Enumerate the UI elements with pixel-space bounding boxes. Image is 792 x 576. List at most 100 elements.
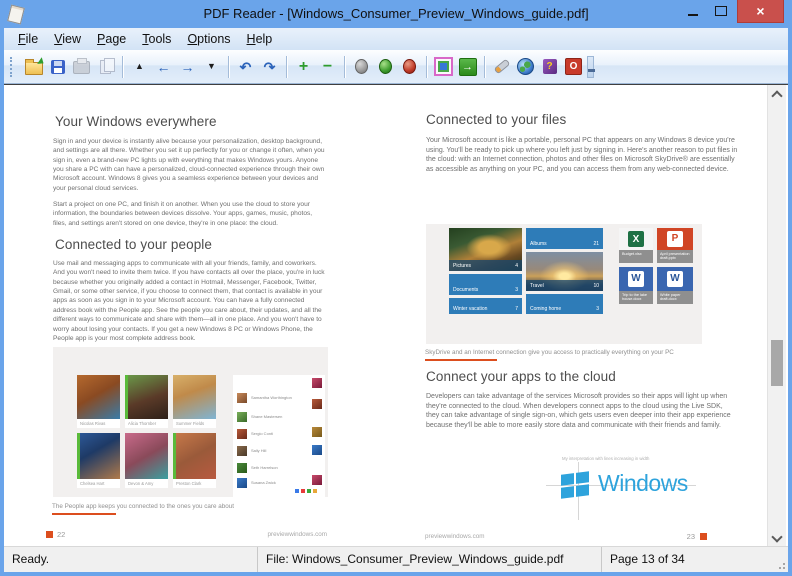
skydrive-tile-winter-vacation: Winter vacation 7 (449, 298, 522, 314)
avatar (237, 412, 247, 422)
go-to-page-button[interactable]: → (457, 55, 478, 79)
red-oval-button[interactable] (399, 55, 420, 79)
page-number: 22 (57, 530, 65, 539)
zoom-out-button[interactable]: − (317, 55, 338, 79)
toolbar-grip[interactable] (10, 57, 16, 77)
save-button[interactable] (47, 55, 68, 79)
footer-site: previewwindows.com (425, 533, 485, 540)
avatar (312, 378, 322, 388)
page-number-square (46, 531, 53, 538)
toolbar-separator (344, 56, 345, 78)
open-button[interactable] (23, 55, 44, 79)
menu-view[interactable]: View (46, 28, 89, 50)
portrait-photo (173, 433, 216, 479)
next-page-button[interactable]: → (177, 55, 198, 79)
zoom-in-button[interactable]: + (293, 55, 314, 79)
resize-grip[interactable] (775, 559, 785, 569)
figure-caption: The People app keeps you connected to th… (52, 503, 234, 510)
undo-icon: ↶ (240, 60, 252, 74)
copy-button[interactable] (95, 55, 116, 79)
caption-underline (52, 513, 116, 515)
close-button[interactable]: × (737, 0, 784, 23)
chevron-down-icon (771, 531, 782, 542)
menu-help[interactable]: Help (239, 28, 281, 50)
file-name: April presentation draft.pptx (657, 250, 693, 263)
save-icon (51, 60, 65, 74)
last-page-button[interactable]: ▼ (201, 55, 222, 79)
file-name: Budget.xlsx (619, 250, 653, 263)
avatar (312, 427, 322, 437)
menu-bar: File View Page Tools Options Help (4, 28, 788, 50)
people-photo-tile: Chelsea Hart (77, 433, 120, 488)
excel-tile-body: X (619, 228, 653, 250)
scrollbar-thumb[interactable] (771, 340, 783, 386)
social-badge-icon (295, 489, 299, 493)
redo-icon: ↷ (264, 60, 276, 74)
window-title: PDF Reader - [Windows_Consumer_Preview_W… (0, 0, 792, 28)
avatar (312, 475, 322, 485)
people-photo-tile: Devon & Amy (125, 433, 168, 488)
skydrive-tile-travel: Travel 10 (526, 252, 603, 291)
green-oval-button[interactable] (375, 55, 396, 79)
undo-button[interactable]: ↶ (235, 55, 256, 79)
person-name: Preston Clark (173, 479, 216, 488)
previous-page-button[interactable]: ← (153, 55, 174, 79)
status-page: Page 13 of 34 (602, 547, 774, 572)
social-badge-icon (307, 489, 311, 493)
menu-options[interactable]: Options (179, 28, 238, 50)
first-page-button[interactable]: ▲ (129, 55, 150, 79)
toolbar-separator (484, 56, 485, 78)
maximize-button[interactable] (708, 0, 734, 22)
section-heading: Connected to your files (426, 112, 566, 127)
word-icon: W (628, 271, 644, 287)
contact-name: Seth Harrelson (251, 465, 278, 470)
help-book-icon: ? (543, 59, 557, 74)
gray-oval-button[interactable] (351, 55, 372, 79)
logo-note: My interpretation with lines increasing … (562, 456, 649, 461)
vertical-scrollbar[interactable] (767, 85, 786, 547)
exit-button[interactable]: O (563, 55, 584, 79)
windows-logo-text: Windows (598, 470, 688, 497)
triangle-up-icon: ▲ (135, 62, 144, 71)
arrow-right-icon: → (181, 60, 195, 74)
toolbar-separator (122, 56, 123, 78)
contact-name: Sergio Conti (251, 431, 273, 436)
paragraph: Your Microsoft account is like a portabl… (426, 136, 742, 175)
contact-row: Sergio Conti (237, 429, 307, 441)
help-book-button[interactable]: ? (539, 55, 560, 79)
menu-file[interactable]: File (10, 28, 46, 50)
contact-row: Samantha Worthington (237, 393, 307, 405)
toolbar-overflow-button[interactable] (587, 56, 594, 78)
settings-button[interactable] (491, 55, 512, 79)
skydrive-tile-documents: Documents 3 (449, 274, 522, 295)
thumbnail-view-button[interactable] (433, 55, 454, 79)
status-file: File: Windows_Consumer_Preview_Windows_g… (258, 547, 602, 572)
people-photo-tile: Preston Clark (173, 433, 216, 488)
minimize-button[interactable] (680, 0, 706, 22)
print-button[interactable] (71, 55, 92, 79)
language-button[interactable] (515, 55, 536, 79)
status-ready: Ready. (4, 547, 258, 572)
tile-label: Travel (530, 283, 544, 289)
tile-label: Documents (453, 287, 478, 293)
menu-tools[interactable]: Tools (134, 28, 179, 50)
minus-icon: − (323, 59, 332, 75)
person-name: Summer Fields (173, 419, 216, 428)
avatar (237, 429, 247, 439)
social-badge-icon (313, 489, 317, 493)
portrait-photo (125, 375, 168, 419)
chevron-up-icon (771, 90, 782, 101)
avatar (237, 393, 247, 403)
wrench-icon (493, 59, 510, 75)
avatar (237, 463, 247, 473)
redo-button[interactable]: ↷ (259, 55, 280, 79)
tile-label: Pictures (453, 263, 471, 269)
scroll-down-button[interactable] (768, 530, 786, 546)
nested-squares-icon (434, 57, 453, 76)
avatar (312, 445, 322, 455)
scroll-up-button[interactable] (768, 86, 786, 102)
skydrive-tile-pictures: Pictures 4 (449, 228, 522, 271)
triangle-down-icon: ▼ (207, 62, 216, 71)
avatar (312, 399, 322, 409)
menu-page[interactable]: Page (89, 28, 134, 50)
